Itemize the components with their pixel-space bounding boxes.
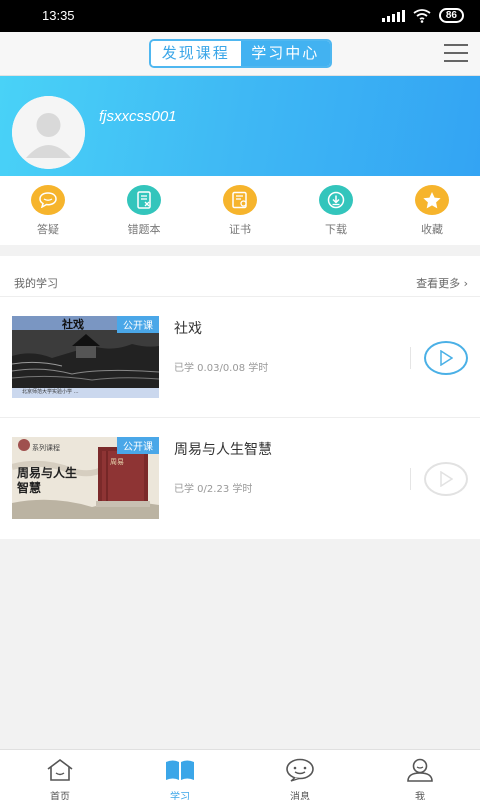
thumbnail-title: 社戏 <box>62 318 84 331</box>
book-icon <box>166 760 194 780</box>
quick-action-label: 收藏 <box>421 223 443 236</box>
tab-discover-courses[interactable]: 发现课程 <box>151 41 241 66</box>
avatar-icon[interactable] <box>12 96 85 169</box>
profile-banner: fjsxxcss001 <box>0 76 480 176</box>
course-title: 周易与人生智慧 <box>174 442 272 458</box>
thumbnail-title: 周易与人生智慧 <box>17 466 78 495</box>
top-header: 发现课程 学习中心 <box>0 32 480 76</box>
course-item[interactable]: 社戏 北京师范大学实验小学 … 公开课 社戏 已学 0.03/0.08 学时 <box>0 307 480 407</box>
notebook-icon <box>127 185 161 215</box>
person-icon <box>407 758 433 782</box>
bottom-nav: 首页 学习 消息 我 <box>0 749 480 800</box>
nav-label: 首页 <box>50 792 70 800</box>
nav-me[interactable]: 我 <box>360 750 480 800</box>
quick-action-qa[interactable]: 答疑 <box>0 176 96 245</box>
course-tag: 公开课 <box>117 316 159 333</box>
view-more-label: 查看更多 <box>416 277 461 290</box>
course-progress: 已学 0.03/0.08 学时 <box>174 363 269 374</box>
chevron-right-icon: › <box>463 277 468 290</box>
course-progress: 已学 0/2.23 学时 <box>174 484 253 495</box>
tab-learning-center[interactable]: 学习中心 <box>240 41 330 66</box>
status-bar: 13:35 86 <box>0 0 480 32</box>
star-icon <box>415 185 449 215</box>
quick-action-label: 答疑 <box>37 223 59 236</box>
course-tag: 公开课 <box>117 437 159 454</box>
thumbnail-book-title: 周易 <box>110 458 124 466</box>
quick-action-label: 错题本 <box>127 223 161 236</box>
play-button[interactable] <box>424 341 468 375</box>
chat-bubble-icon <box>31 185 65 215</box>
quick-action-label: 证书 <box>229 223 251 236</box>
course-item[interactable]: 系列课程 周易与人生智慧 周易 公开课 周易与人生智慧 已学 0/2.23 学时 <box>0 428 480 528</box>
quick-action-label: 下载 <box>325 223 347 236</box>
nav-label: 学习 <box>170 792 190 800</box>
nav-label: 我 <box>415 792 425 800</box>
username: fjsxxcss001 <box>99 108 177 125</box>
vertical-divider <box>410 468 411 490</box>
nav-messages[interactable]: 消息 <box>240 750 360 800</box>
section-title: 我的学习 <box>14 277 58 290</box>
play-icon <box>440 471 453 487</box>
view-more-link[interactable]: 查看更多 › <box>416 275 468 291</box>
wifi-icon <box>413 8 431 23</box>
nav-label: 消息 <box>290 792 310 800</box>
status-icons: 86 <box>381 8 464 23</box>
menu-icon[interactable] <box>444 44 468 62</box>
quick-action-download[interactable]: 下载 <box>288 176 384 245</box>
quick-action-wrongbook[interactable]: 错题本 <box>96 176 192 245</box>
thumbnail-caption: 北京师范大学实验小学 … <box>22 389 79 395</box>
play-icon <box>440 350 453 366</box>
my-learning-card: 我的学习 查看更多 › 社戏 北京师范大学实验小学 … 公开课 社戏 已学 0.… <box>0 256 480 539</box>
divider <box>0 417 480 418</box>
vertical-divider <box>410 347 411 369</box>
quick-action-favorites[interactable]: 收藏 <box>384 176 480 245</box>
quick-actions: 答疑 错题本 证书 下载 收藏 <box>0 176 480 245</box>
course-thumbnail: 系列课程 周易与人生智慧 周易 公开课 <box>12 437 159 519</box>
message-icon <box>286 758 314 782</box>
status-time: 13:35 <box>42 8 75 23</box>
thumbnail-series: 系列课程 <box>32 444 60 452</box>
divider <box>0 296 480 297</box>
home-icon <box>47 759 73 781</box>
download-icon <box>319 185 353 215</box>
play-button[interactable] <box>424 462 468 496</box>
segment-control: 发现课程 学习中心 <box>149 39 332 68</box>
course-thumbnail: 社戏 北京师范大学实验小学 … 公开课 <box>12 316 159 398</box>
nav-learning[interactable]: 学习 <box>120 750 240 800</box>
nav-home[interactable]: 首页 <box>0 750 120 800</box>
quick-action-certificate[interactable]: 证书 <box>192 176 288 245</box>
course-title: 社戏 <box>174 321 202 337</box>
certificate-icon <box>223 185 257 215</box>
battery-icon: 86 <box>438 8 464 23</box>
signal-icon <box>381 9 405 22</box>
